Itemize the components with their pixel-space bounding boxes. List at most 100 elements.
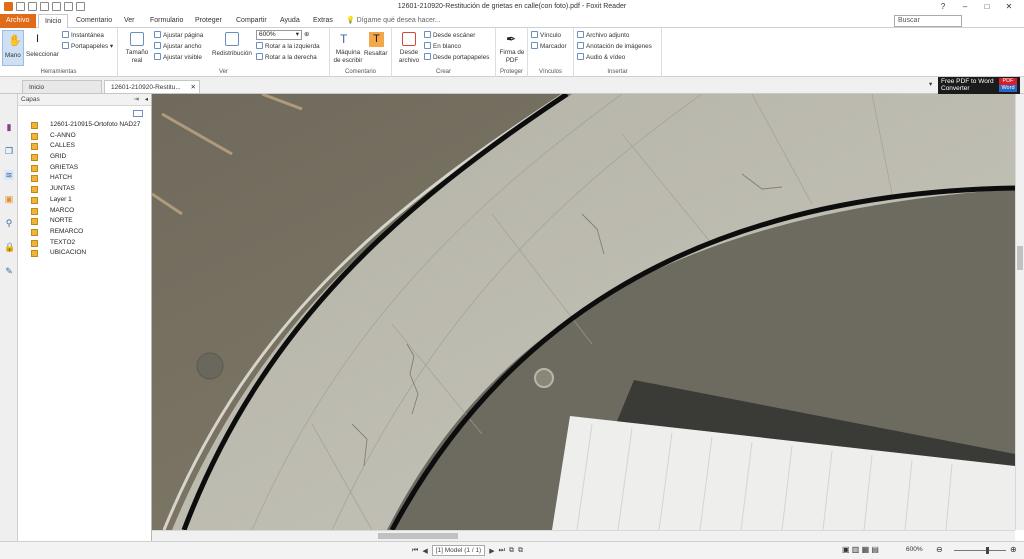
zoom-slider-knob[interactable] xyxy=(986,547,990,554)
first-page-icon[interactable]: ⏮ xyxy=(412,547,418,555)
layer-visibility-checkbox[interactable] xyxy=(31,132,38,140)
zoom-select[interactable]: 600% ▾ xyxy=(256,30,302,40)
document-view[interactable] xyxy=(152,94,1015,530)
from-file-button[interactable]: Desde archivo xyxy=(394,30,424,68)
snapshot-button[interactable]: Instantánea xyxy=(62,31,104,40)
prev-page-icon[interactable]: ◀ xyxy=(422,547,427,555)
layer-visibility-checkbox[interactable] xyxy=(31,186,38,194)
ribbon: ✋ Mano I Seleccionar Instantánea Portapa… xyxy=(0,28,1024,77)
menu-archivo[interactable]: Archivo xyxy=(0,14,36,28)
fit-width-button[interactable]: Ajustar ancho xyxy=(154,42,202,51)
help-button[interactable]: ? xyxy=(932,0,954,13)
layer-item[interactable]: REMARCO xyxy=(18,227,152,238)
layer-visibility-checkbox[interactable] xyxy=(31,143,38,151)
pin-icon[interactable]: ⇥ xyxy=(134,94,139,106)
tab-inicio[interactable]: Inicio xyxy=(22,80,102,94)
horizontal-scrollbar[interactable] xyxy=(152,530,1015,541)
zoom-in-status-icon[interactable]: ⊕ xyxy=(1010,546,1017,554)
bookmarks-icon[interactable]: ▮ xyxy=(4,122,14,132)
ad-banner[interactable]: Free PDF to Word Converter PDF Word xyxy=(938,77,1020,94)
layer-item[interactable]: 12601-210915-Ortofoto NAD27 xyxy=(18,120,152,131)
zoom-slider[interactable] xyxy=(954,547,1006,554)
signature-icon[interactable]: ✎ xyxy=(4,266,14,276)
security-lock-icon[interactable]: 🔒 xyxy=(4,242,15,252)
layer-item[interactable]: C-ANNO xyxy=(18,131,152,142)
layer-item[interactable]: Layer 1 xyxy=(18,195,152,206)
layer-visibility-checkbox[interactable] xyxy=(31,218,38,226)
layer-item[interactable]: GRID xyxy=(18,152,152,163)
comments-icon[interactable]: ▣ xyxy=(4,194,14,204)
attachment-button[interactable]: Archivo adjunto xyxy=(577,31,629,40)
link-button[interactable]: Vínculo xyxy=(531,31,561,40)
maximize-button[interactable]: □ xyxy=(976,0,998,13)
lightbulb-icon: 💡 xyxy=(346,17,357,24)
menu-inicio[interactable]: Inicio xyxy=(38,14,69,29)
layer-item[interactable]: JUNTAS xyxy=(18,184,152,195)
minimize-button[interactable]: – xyxy=(954,0,976,13)
page-input[interactable]: [1] Model (1 / 1) xyxy=(431,545,486,556)
fit-visible-button[interactable]: Ajustar visible xyxy=(154,53,202,62)
image-annotation-button[interactable]: Anotación de imágenes xyxy=(577,42,652,51)
pdf-sign-button[interactable]: ✒ Firma de PDF xyxy=(498,30,526,68)
layer-visibility-checkbox[interactable] xyxy=(31,239,38,247)
tell-me-box[interactable]: 💡 Dígame qué desea hacer... xyxy=(346,14,441,28)
clipboard-button[interactable]: Portapapeles ▾ xyxy=(62,42,113,51)
tab-dropdown-icon[interactable]: ▾ xyxy=(929,81,932,89)
menu-ver[interactable]: Ver xyxy=(124,14,135,28)
close-button[interactable]: ✕ xyxy=(998,0,1020,13)
menu-comentario[interactable]: Comentario xyxy=(76,14,112,28)
previous-view-icon[interactable]: ⧉ xyxy=(509,547,514,555)
layer-item[interactable]: UBICACION xyxy=(18,248,152,259)
layer-visibility-checkbox[interactable] xyxy=(31,122,38,129)
search-input[interactable]: Buscar xyxy=(894,15,962,27)
close-tab-icon[interactable]: ✕ xyxy=(191,81,196,94)
menu-proteger[interactable]: Proteger xyxy=(195,14,222,28)
last-page-icon[interactable]: ⏭ xyxy=(499,547,505,555)
layer-visibility-checkbox[interactable] xyxy=(31,196,38,204)
actual-size-button[interactable]: Tamaño real xyxy=(122,30,152,68)
fit-page-button[interactable]: Ajustar página xyxy=(154,31,203,40)
layer-options-icon[interactable] xyxy=(133,110,143,117)
collapse-panel-icon[interactable]: ◂ xyxy=(145,94,148,106)
next-page-icon[interactable]: ▶ xyxy=(489,547,494,555)
layer-visibility-checkbox[interactable] xyxy=(31,164,38,172)
next-view-icon[interactable]: ⧉ xyxy=(518,547,523,555)
typewriter-button[interactable]: T Máquina de escribir xyxy=(332,30,362,68)
layer-visibility-checkbox[interactable] xyxy=(31,207,38,215)
rotate-right-button[interactable]: Rotar a la derecha xyxy=(256,53,317,62)
layer-item[interactable]: CALLES xyxy=(18,141,152,152)
tab-document[interactable]: 12601-210920-Restitu... ✕ xyxy=(104,80,200,94)
layer-visibility-checkbox[interactable] xyxy=(31,250,38,258)
layer-item[interactable]: GRIETAS xyxy=(18,163,152,174)
vertical-scrollbar[interactable] xyxy=(1015,94,1024,530)
vertical-scroll-thumb[interactable] xyxy=(1017,246,1023,270)
reflow-button[interactable]: Redistribución xyxy=(212,30,252,68)
layer-item[interactable]: TEXTO2 xyxy=(18,238,152,249)
highlight-button[interactable]: T Resaltar xyxy=(364,30,390,68)
layers-icon[interactable]: ≋ xyxy=(4,170,14,180)
layer-item[interactable]: HATCH xyxy=(18,173,152,184)
from-scanner-button[interactable]: Desde escáner xyxy=(424,31,475,40)
audio-video-button[interactable]: Audio & vídeo xyxy=(577,53,625,62)
bookmark-button[interactable]: Marcador xyxy=(531,42,567,51)
view-mode-icons[interactable]: ▣ ▥ ▦ ▤ xyxy=(842,546,879,554)
blank-button[interactable]: En blanco xyxy=(424,42,461,51)
zoom-in-icon[interactable]: ⊕ xyxy=(304,31,309,39)
pages-icon[interactable]: ❐ xyxy=(4,146,14,156)
select-tool-button[interactable]: I Seleccionar xyxy=(26,30,60,66)
layer-visibility-checkbox[interactable] xyxy=(31,228,38,236)
layer-item[interactable]: MARCO xyxy=(18,206,152,217)
attachments-icon[interactable]: ⚲ xyxy=(4,218,14,228)
menu-extras[interactable]: Extras xyxy=(313,14,333,28)
menu-ayuda[interactable]: Ayuda xyxy=(280,14,300,28)
from-clipboard-button[interactable]: Desde portapapeles xyxy=(424,53,489,62)
zoom-out-icon[interactable]: ⊖ xyxy=(936,546,943,554)
menu-compartir[interactable]: Compartir xyxy=(236,14,267,28)
rotate-left-button[interactable]: Rotar a la izquierda xyxy=(256,42,320,51)
hand-tool-button[interactable]: ✋ Mano xyxy=(2,30,24,66)
menu-formulario[interactable]: Formulario xyxy=(150,14,183,28)
layer-visibility-checkbox[interactable] xyxy=(31,154,38,162)
horizontal-scroll-thumb[interactable] xyxy=(378,533,458,539)
layer-item[interactable]: NORTE xyxy=(18,216,152,227)
layer-visibility-checkbox[interactable] xyxy=(31,175,38,183)
